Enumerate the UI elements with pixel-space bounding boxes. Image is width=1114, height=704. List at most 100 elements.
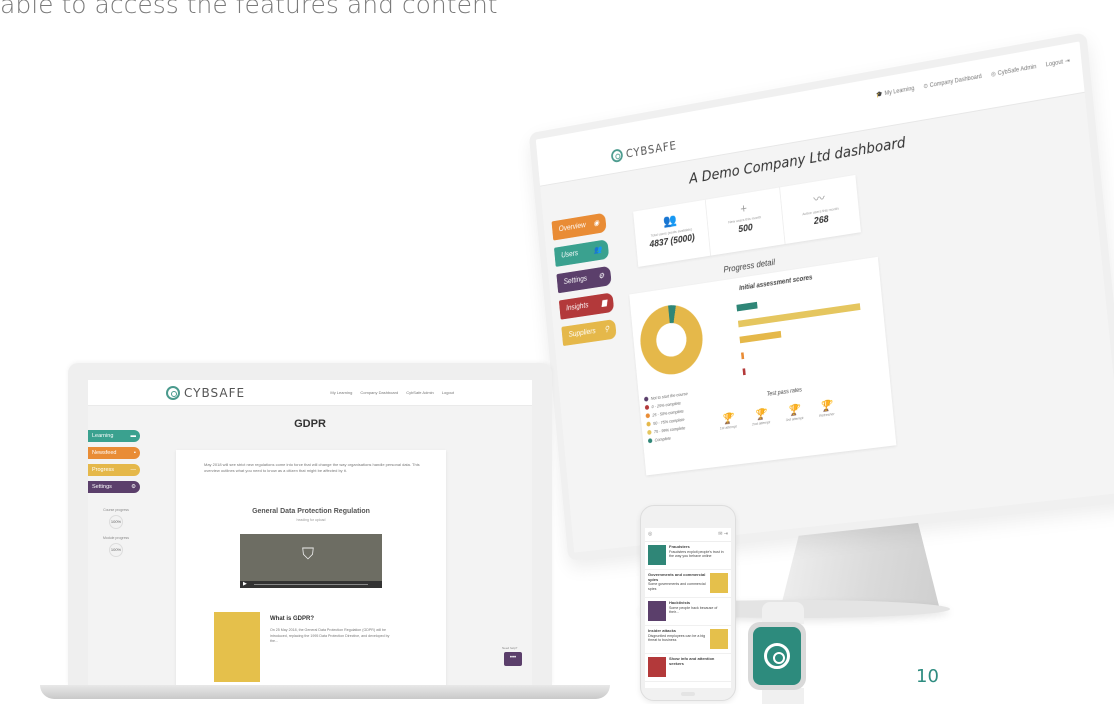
sidebar-item-insights[interactable]: Insights ▆ xyxy=(558,292,615,320)
mail-logout-icons[interactable]: ✉ ⇥ xyxy=(718,531,728,537)
nav-my-learning[interactable]: My Learning xyxy=(330,390,352,395)
smartwatch xyxy=(748,622,806,690)
sidebar-item-learning[interactable]: Learning ▬ xyxy=(88,430,140,442)
phone-header: ◎ ✉ ⇥ xyxy=(645,528,731,542)
gdpr-card-image xyxy=(214,612,260,682)
list-item[interactable]: Fraudsters Fraudsters exploit people's tr… xyxy=(645,542,731,570)
list-item[interactable]: Governments and commercial spies Some gov… xyxy=(645,570,731,598)
graduation-cap-icon: 🎓 xyxy=(875,91,884,99)
bar xyxy=(740,351,745,359)
sidebar-item-progress[interactable]: Progress — xyxy=(88,464,140,476)
stat-new-users: + New users this month 500 xyxy=(705,187,786,256)
item-thumbnail xyxy=(710,629,728,649)
chat-icon: ••• xyxy=(509,655,517,661)
laptop-screen: CYBSAFE My Learning Company Dashboard Cy… xyxy=(88,380,532,685)
progress-detail-title: Progress detail xyxy=(723,257,776,275)
mobile-phone: ◎ ✉ ⇥ Fraudsters Fraudsters exploit peopl… xyxy=(640,505,736,701)
course-progress-badge: 100% xyxy=(109,515,123,529)
sidebar-item-overview[interactable]: Overview ◉ xyxy=(551,212,607,241)
card-title: What is GDPR? xyxy=(270,616,315,622)
users-icon: 👥 xyxy=(593,244,603,255)
dashboard-sidebar: Overview ◉ Users 👥 Settings ⚙ Insights ▆ Sup… xyxy=(551,212,617,347)
test-pass-rates-title: Test pass rates xyxy=(766,387,803,398)
cybsafe-logo-icon xyxy=(610,148,624,164)
cybsafe-logo[interactable]: CYBSAFE xyxy=(166,386,245,400)
watch-band xyxy=(762,688,804,704)
nav-my-learning[interactable]: 🎓 My Learning xyxy=(876,85,915,98)
document-shield-icon: ⛉ xyxy=(302,546,315,563)
page-caption: able to access the features and content xyxy=(0,0,498,19)
video-subtitle: heading for upload xyxy=(296,518,326,522)
sidebar-item-newsfeed[interactable]: Newsfeed ▪ xyxy=(88,447,140,459)
chat-icon: ▆ xyxy=(601,297,608,307)
assessment-scores-title: Initial assessment scores xyxy=(738,274,813,293)
list-item[interactable]: Hacktivists Some people hack because of t… xyxy=(645,598,731,626)
item-thumbnail xyxy=(648,545,666,565)
page-number: 10 xyxy=(916,666,939,687)
logout-icon: ⇥ xyxy=(1064,58,1071,66)
laptop-base xyxy=(40,685,610,699)
monitor-screen: CYBSAFE 🎓 My Learning ⊙ Company Dashboard … xyxy=(528,32,1114,561)
overview-icon: ◉ xyxy=(593,218,600,228)
video-title: General Data Protection Regulation xyxy=(252,508,370,515)
news-icon: ▪ xyxy=(134,450,136,456)
card-text: On 25 May 2018, the General Data Protect… xyxy=(270,628,390,643)
assessment-bar-chart xyxy=(711,280,884,384)
list-item[interactable]: Insider attacks Disgruntled employees can… xyxy=(645,626,731,654)
stats-panel: 👥 Total users (seats available) 4837 (50… xyxy=(633,174,861,267)
item-thumbnail xyxy=(710,573,728,593)
nav-logout[interactable]: Logout xyxy=(442,390,454,395)
link-icon: ⚲ xyxy=(604,324,610,334)
bar xyxy=(739,330,782,343)
sidebar-item-users[interactable]: Users 👥 xyxy=(553,239,610,267)
course-progress: Course progress 100% xyxy=(96,508,136,529)
phone-home-button[interactable] xyxy=(681,692,695,696)
laptop-sidebar: Learning ▬ Newsfeed ▪ Progress — Settings ⚙ xyxy=(88,430,140,493)
cybsafe-logo-icon[interactable]: ◎ xyxy=(648,531,652,537)
dashboard-icon: ⊙ xyxy=(923,83,929,91)
laptop-header: CYBSAFE My Learning Company Dashboard Cy… xyxy=(88,380,532,406)
module-progress: Module progress 100% xyxy=(96,536,136,557)
intro-text: May 2018 will see strict new regulations… xyxy=(204,462,420,473)
stat-total-users: 👥 Total users (seats available) 4837 (50… xyxy=(633,199,712,267)
gear-icon: ⚙ xyxy=(597,271,605,281)
test-pass-rates: 🏆 1st attempt 🏆 2nd attempt 🏆 3rd attempt 🏆… xyxy=(718,399,835,431)
test-pass-refresher: 🏆 Refresher xyxy=(818,399,835,418)
bar xyxy=(742,367,746,375)
chat-label: Need help? xyxy=(502,646,518,650)
stat-active-users: 〰 Active users this month 268 xyxy=(780,175,861,244)
nav-company-dashboard[interactable]: ⊙ Company Dashboard xyxy=(923,73,982,90)
top-nav: 🎓 My Learning ⊙ Company Dashboard ◎ CybSafe… xyxy=(876,57,1070,98)
sidebar-item-settings[interactable]: Settings ⚙ xyxy=(88,481,140,493)
chat-button[interactable]: ••• xyxy=(504,652,522,666)
test-pass-1st: 🏆 1st attempt xyxy=(719,412,737,431)
watch-face[interactable] xyxy=(753,627,801,685)
cybsafe-logo-icon xyxy=(764,643,790,669)
bar xyxy=(736,301,758,311)
nav-cybsafe-admin[interactable]: ◎ CybSafe Admin xyxy=(991,63,1037,78)
video-controls[interactable]: ▶ xyxy=(240,581,382,588)
progress-icon: — xyxy=(130,467,137,473)
cybsafe-logo[interactable]: CYBSAFE xyxy=(610,139,677,164)
list-item[interactable]: Show info and attention seekers xyxy=(645,654,731,682)
gear-icon: ⚙ xyxy=(131,484,136,490)
nav-cybsafe-admin[interactable]: CybSafe Admin xyxy=(406,390,434,395)
video-player[interactable]: ⛉ ▶ xyxy=(240,534,382,588)
graduation-cap-icon: ▬ xyxy=(130,433,137,439)
sidebar-item-suppliers[interactable]: Suppliers ⚲ xyxy=(561,319,617,347)
play-icon[interactable]: ▶ xyxy=(243,581,247,587)
cybsafe-logo-icon xyxy=(166,386,180,400)
item-thumbnail xyxy=(648,601,666,621)
desktop-monitor: CYBSAFE 🎓 My Learning ⊙ Company Dashboard … xyxy=(470,30,1114,630)
nav-company-dashboard[interactable]: Company Dashboard xyxy=(360,390,398,395)
course-document: May 2018 will see strict new regulations… xyxy=(176,450,446,685)
item-thumbnail xyxy=(648,657,666,677)
watch-band xyxy=(762,602,804,624)
sidebar-item-settings[interactable]: Settings ⚙ xyxy=(556,265,612,294)
phone-screen: ◎ ✉ ⇥ Fraudsters Fraudsters exploit peopl… xyxy=(645,528,731,688)
test-pass-2nd: 🏆 2nd attempt xyxy=(751,408,771,427)
page-title: GDPR xyxy=(294,418,326,430)
nav-logout[interactable]: Logout ⇥ xyxy=(1045,57,1070,68)
top-nav: My Learning Company Dashboard CybSafe Ad… xyxy=(330,390,454,395)
module-progress-badge: 100% xyxy=(109,543,123,557)
